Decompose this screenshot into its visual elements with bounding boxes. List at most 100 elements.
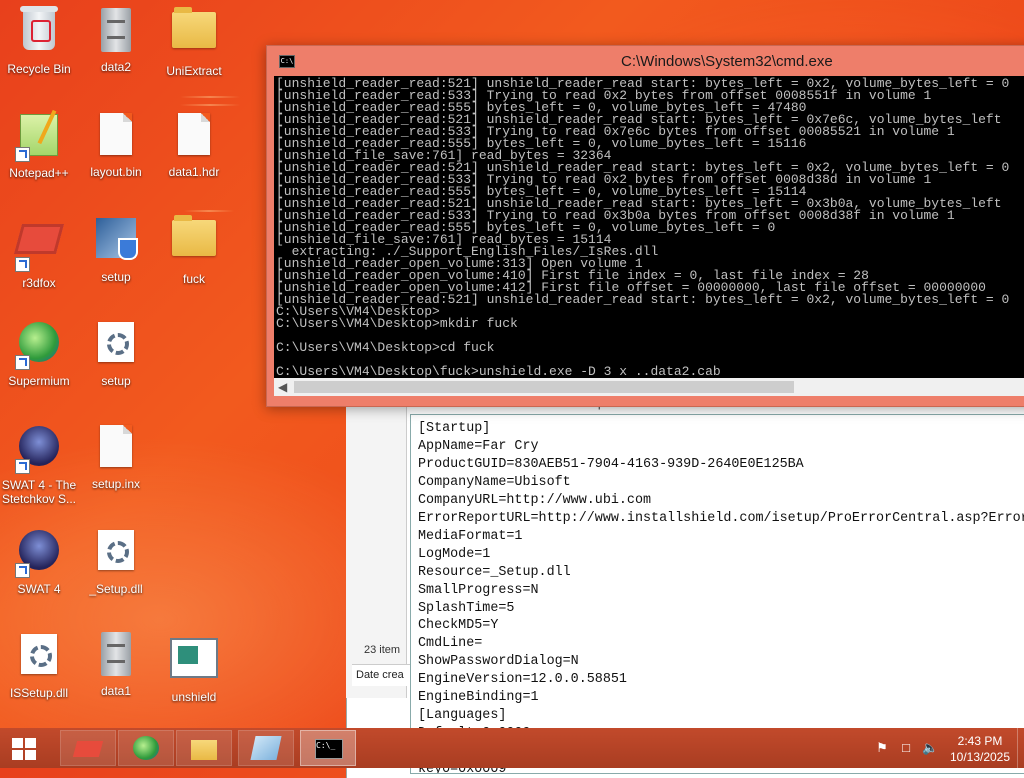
- desktop-icon-swat4[interactable]: SWAT 4: [0, 526, 78, 596]
- notepad-icon: [250, 736, 282, 760]
- scrollbar-thumb[interactable]: [294, 381, 794, 393]
- recycle-bin-icon: [15, 6, 63, 58]
- desktop-icon-layout-bin[interactable]: layout.bin: [77, 110, 155, 179]
- file-icon: [92, 113, 140, 161]
- text-line: ShowPasswordDialog=N: [418, 654, 579, 670]
- start-button[interactable]: [0, 728, 48, 768]
- desktop-icon-uniextract[interactable]: UniExtract: [155, 6, 233, 78]
- shortcut-arrow-icon: [15, 459, 30, 474]
- desktop-icon-data2[interactable]: data2: [77, 6, 155, 74]
- file-icon: [170, 113, 218, 161]
- desktop-icon-label: r3dfox: [22, 276, 56, 290]
- text-line: CmdLine=: [418, 636, 483, 652]
- supermium-icon: [133, 736, 159, 760]
- text-line: MediaFormat=1: [418, 528, 523, 544]
- file-explorer-icon: [191, 740, 217, 760]
- cmd-window[interactable]: C:\ C:\Windows\System32\cmd.exe [unshiel…: [266, 45, 1024, 407]
- text-line: LogMode=1: [418, 546, 491, 562]
- desktop-icon-setup-ini[interactable]: setup: [77, 318, 155, 388]
- swat4-icon: [15, 530, 63, 578]
- cmd-console-output[interactable]: [unshield_reader_read:521] unshield_read…: [274, 76, 1024, 378]
- taskbar-command-prompt[interactable]: C:\_: [300, 730, 356, 766]
- desktop-icon-data1[interactable]: data1: [77, 630, 155, 698]
- text-line: CheckMD5=Y: [418, 618, 499, 634]
- cmd-icon: C:\_: [315, 739, 343, 759]
- desktop-icon-supermium[interactable]: Supermium: [0, 318, 78, 388]
- desktop-icon-label: setup: [101, 374, 131, 388]
- desktop-icon-fuck-folder[interactable]: fuck: [155, 214, 233, 286]
- taskbar-file-explorer[interactable]: [176, 730, 232, 766]
- supermium-icon: [15, 322, 63, 370]
- settings-file-icon: [15, 634, 63, 682]
- desktop-icon-unshield[interactable]: unshield: [155, 630, 233, 704]
- desktop-icon-recycle-bin[interactable]: Recycle Bin: [0, 6, 78, 76]
- notepad-text-area[interactable]: [Startup] AppName=Far Cry ProductGUID=830A…: [410, 414, 1024, 774]
- desktop-icon-setup-inx[interactable]: setup.inx: [77, 422, 155, 491]
- notepad-plus-plus-icon: [15, 114, 63, 162]
- network-icon[interactable]: □: [898, 741, 914, 755]
- taskbar: C:\_ ⚑ □ 🔈 2:43 PM 10/13/2025: [0, 728, 1024, 768]
- taskbar-supermium[interactable]: [118, 730, 174, 766]
- desktop-icon-label: Supermium: [8, 374, 70, 388]
- taskbar-clock[interactable]: 2:43 PM 10/13/2025: [942, 733, 1018, 765]
- text-line: EngineVersion=12.0.0.58851: [418, 672, 627, 688]
- clock-date: 10/13/2025: [949, 750, 1011, 764]
- show-desktop-button[interactable]: [1017, 728, 1024, 768]
- desktop-icon-label: data2: [100, 60, 132, 74]
- swat4-icon: [15, 426, 63, 474]
- taskbar-notepad[interactable]: [238, 730, 294, 766]
- desktop-icon-data1-hdr[interactable]: data1.hdr: [155, 110, 233, 179]
- desktop-icon-r3dfox[interactable]: r3dfox: [0, 214, 78, 290]
- desktop-icon-label: data1: [100, 684, 132, 698]
- desktop-icon-label: setup.inx: [91, 477, 141, 491]
- cabinet-icon: [92, 632, 140, 680]
- desktop-icon-label: unshield: [171, 690, 217, 704]
- action-center-flag-icon[interactable]: ⚑: [874, 741, 890, 755]
- volume-muted-icon[interactable]: 🔈: [922, 741, 938, 755]
- shortcut-arrow-icon: [15, 257, 30, 272]
- desktop-icon-label: SWAT 4: [17, 582, 61, 596]
- text-line: AppName=Far Cry: [418, 438, 539, 454]
- console-line: C:\Users\VM4\Desktop\fuck>unshield.exe -…: [276, 364, 721, 378]
- folder-icon: [170, 7, 218, 60]
- desktop-icon-label: ISSetup.dll: [9, 686, 69, 700]
- desktop-icon-label: _Setup.dll: [89, 582, 143, 596]
- desktop-icon-label: setup: [101, 270, 131, 284]
- text-line: SmallProgress=N: [418, 582, 539, 598]
- console-line: C:\Users\VM4\Desktop>mkdir fuck: [276, 316, 518, 331]
- clock-time: 2:43 PM: [957, 734, 1003, 748]
- desktop-icon-label: layout.bin: [90, 165, 142, 179]
- explorer-column-date-created[interactable]: Date crea: [352, 664, 410, 686]
- desktop-icon-setup-exe[interactable]: setup: [77, 214, 155, 284]
- cmd-titlebar[interactable]: C:\ C:\Windows\System32\cmd.exe: [267, 46, 1024, 76]
- text-line: SplashTime=5: [418, 600, 515, 616]
- desktop-icon-setup-dll[interactable]: _Setup.dll: [77, 526, 155, 596]
- desktop-icon-notepad-plus-plus[interactable]: Notepad++: [0, 110, 78, 180]
- text-line: CompanyName=Ubisoft: [418, 474, 571, 490]
- shortcut-arrow-icon: [15, 355, 30, 370]
- scroll-left-icon[interactable]: ◀: [278, 380, 287, 394]
- desktop-icon-label: Recycle Bin: [7, 62, 71, 76]
- setup-icon: [92, 218, 140, 266]
- windows-logo-icon: [12, 738, 36, 760]
- explorer-item-count: 23 item: [364, 644, 401, 656]
- text-line: ProductGUID=830AEB51-7904-4163-939D-2640…: [418, 456, 804, 472]
- desktop-icon-issetup-dll[interactable]: ISSetup.dll: [0, 630, 78, 700]
- unshield-icon: [170, 638, 218, 686]
- settings-file-icon: [92, 322, 140, 370]
- console-line: C:\Users\VM4\Desktop>cd fuck: [276, 340, 495, 355]
- taskbar-r3dfox[interactable]: [60, 730, 116, 766]
- cmd-icon: C:\: [279, 55, 295, 68]
- text-line: CompanyURL=http://www.ubi.com: [418, 492, 652, 508]
- desktop-icon-label: Notepad++: [9, 166, 69, 180]
- cmd-horizontal-scrollbar[interactable]: ◀: [274, 378, 1024, 396]
- desktop-icon-label: data1.hdr: [168, 165, 220, 179]
- wallpaper-streak: [184, 210, 234, 212]
- desktop-icon-swat4-stetchkov[interactable]: SWAT 4 - The Stetchkov S...: [0, 422, 78, 506]
- text-line: ErrorReportURL=http://www.installshield.…: [418, 510, 1024, 526]
- file-icon: [92, 425, 140, 473]
- text-line: [Languages]: [418, 708, 507, 724]
- wallpaper-streak: [180, 96, 240, 98]
- cmd-window-title: C:\Windows\System32\cmd.exe: [621, 53, 833, 70]
- desktop-icon-label: UniExtract: [166, 64, 222, 78]
